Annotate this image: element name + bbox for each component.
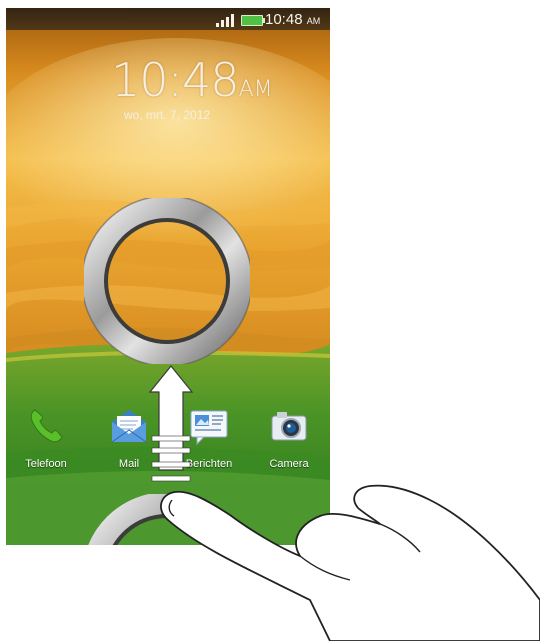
dock-label-berichten: Berichten bbox=[185, 458, 233, 470]
dock-label-telefoon: Telefoon bbox=[25, 458, 67, 470]
status-time-ampm: AM bbox=[306, 16, 321, 26]
messages-icon bbox=[190, 410, 228, 446]
mail-icon bbox=[111, 410, 147, 443]
clock-time: 10:48 bbox=[111, 53, 240, 107]
lock-clock: 10:48AM bbox=[111, 53, 273, 107]
phone-screen: 10:48 AM 10:48AM wo, mrt. 7, 2012 Telefo… bbox=[6, 8, 330, 545]
lock-date: wo, mrt. 7, 2012 bbox=[124, 108, 211, 122]
dock-label-mail: Mail bbox=[118, 458, 140, 470]
battery-icon bbox=[241, 15, 265, 26]
phone-icon bbox=[30, 409, 63, 443]
dock-item-telefoon[interactable]: Telefoon bbox=[11, 406, 81, 470]
dock-label-camera: Camera bbox=[269, 458, 309, 470]
status-time-value: 10:48 bbox=[265, 11, 303, 28]
camera-icon bbox=[271, 412, 307, 441]
dock-item-camera[interactable]: Camera bbox=[254, 406, 324, 470]
lock-ring-bottom bbox=[88, 494, 246, 545]
signal-icon bbox=[216, 13, 238, 27]
unlock-ring[interactable] bbox=[84, 198, 250, 364]
status-bar: 10:48 AM bbox=[6, 8, 330, 30]
status-time: 10:48 AM bbox=[265, 11, 320, 28]
clock-ampm: AM bbox=[238, 77, 273, 102]
dock-item-mail[interactable]: Mail bbox=[94, 406, 164, 470]
dock-item-berichten[interactable]: Berichten bbox=[174, 406, 244, 470]
